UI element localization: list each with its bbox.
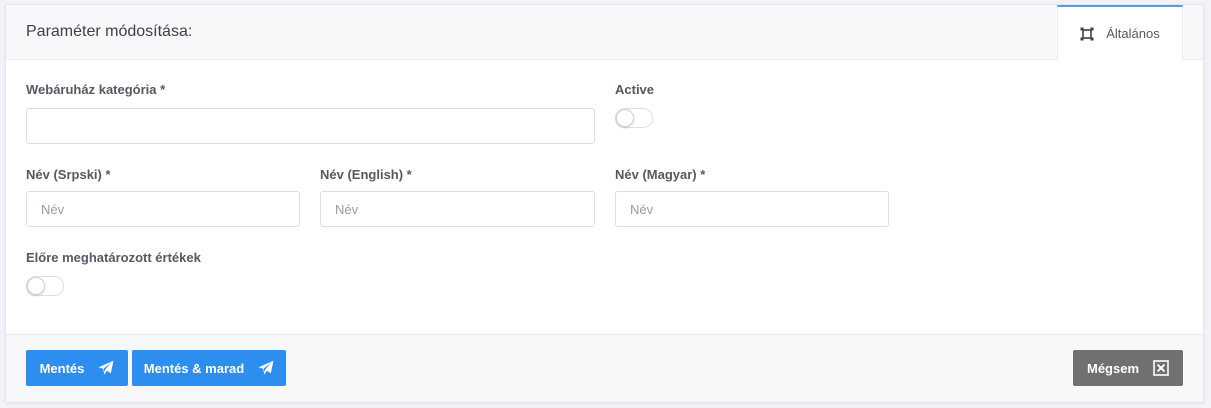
name-english-label: Név (English) * bbox=[320, 167, 412, 182]
predefined-toggle-knob bbox=[27, 277, 45, 295]
panel-header: Paraméter módosítása: Általános bbox=[6, 5, 1203, 60]
tab-general[interactable]: Általános bbox=[1057, 5, 1183, 60]
paper-plane-icon bbox=[258, 360, 274, 375]
name-srpski-label: Név (Srpski) * bbox=[26, 167, 111, 182]
active-toggle-knob bbox=[616, 109, 634, 127]
cancel-button-label: Mégsem bbox=[1086, 360, 1140, 376]
close-box-icon bbox=[1153, 360, 1169, 376]
save-button[interactable]: Mentés bbox=[26, 350, 128, 386]
edit-parameter-panel: Paraméter módosítása: Általános Webáruhá… bbox=[5, 4, 1204, 403]
cancel-button[interactable]: Mégsem bbox=[1073, 350, 1183, 386]
name-magyar-label: Név (Magyar) * bbox=[615, 167, 706, 182]
category-label: Webáruház kategória * bbox=[26, 82, 166, 97]
tab-label: Általános bbox=[1106, 26, 1160, 41]
frame-icon bbox=[1080, 27, 1094, 40]
save-and-stay-label: Mentés & marad bbox=[143, 360, 245, 376]
category-input[interactable] bbox=[26, 108, 595, 144]
save-and-stay-button[interactable]: Mentés & marad bbox=[132, 350, 286, 386]
page-title: Paraméter módosítása: bbox=[26, 23, 193, 40]
name-srpski-input[interactable] bbox=[26, 191, 300, 227]
panel-footer: Mentés Mentés & marad Mégsem bbox=[6, 334, 1203, 402]
predefined-values-label: Előre meghatározott értékek bbox=[26, 250, 201, 265]
name-magyar-input[interactable] bbox=[615, 191, 889, 227]
predefined-values-toggle[interactable] bbox=[26, 276, 64, 296]
paper-plane-icon bbox=[98, 360, 114, 375]
save-button-label: Mentés bbox=[39, 360, 85, 376]
active-toggle[interactable] bbox=[615, 108, 653, 128]
name-english-input[interactable] bbox=[320, 191, 595, 227]
active-label: Active bbox=[615, 82, 655, 97]
